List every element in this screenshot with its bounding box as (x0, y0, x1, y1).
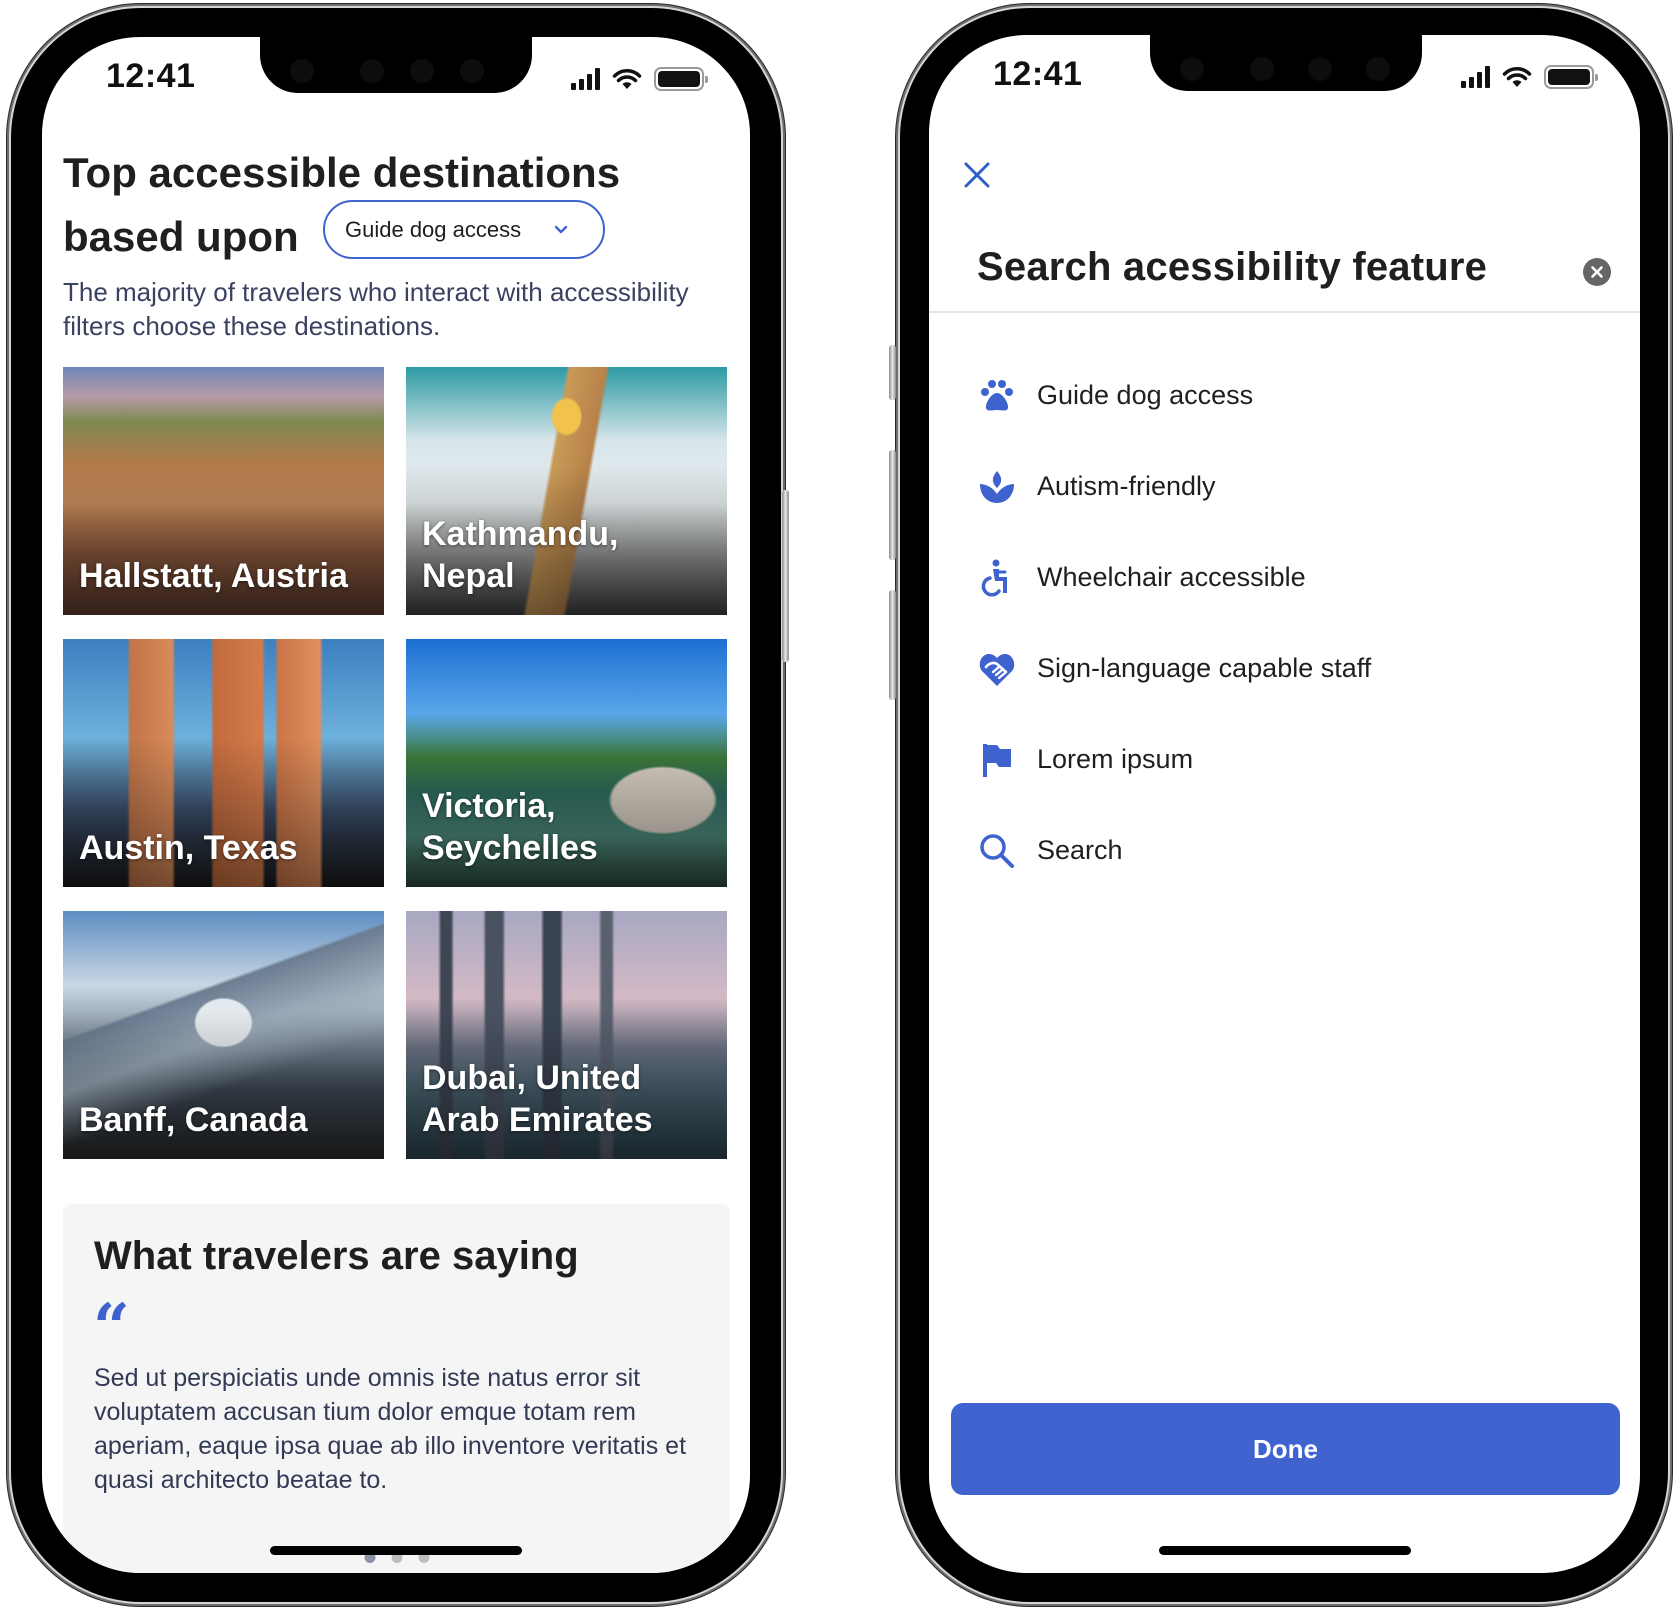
feature-item-wheelchair[interactable]: Wheelchair accessible (977, 532, 1597, 623)
notch (1150, 35, 1422, 91)
close-icon[interactable] (963, 161, 991, 189)
search-title: Search acessibility feature (977, 245, 1488, 289)
cellular-signal-icon (571, 68, 600, 90)
feature-label: Search (1037, 835, 1123, 865)
feature-search-screen: 12:41 Search acessibility feature Guide … (929, 35, 1640, 1573)
destination-name: Austin, Texas (79, 829, 298, 867)
destination-card[interactable]: Hallstatt, Austria (63, 367, 384, 615)
destinations-grid: Hallstatt, Austria Kathmandu, Nepal Aust… (63, 367, 727, 1159)
clear-search-button[interactable] (1583, 258, 1611, 286)
testimonials-section: What travelers are saying “ Sed ut persp… (63, 1204, 730, 1573)
status-time: 12:41 (106, 57, 196, 95)
feature-label: Sign-language capable staff (1037, 653, 1372, 683)
feature-label: Guide dog access (1037, 380, 1254, 410)
destinations-screen: 12:41 Top accessible destinations based … (42, 37, 750, 1573)
testimonial-quote: Sed ut perspiciatis unde omnis iste natu… (94, 1364, 687, 1494)
mute-switch (889, 345, 896, 400)
status-time: 12:41 (993, 55, 1083, 93)
feature-item-autism-friendly[interactable]: Autism-friendly (977, 441, 1597, 532)
page-subtitle: The majority of travelers who interact w… (63, 277, 689, 341)
home-indicator[interactable] (1158, 1546, 1411, 1555)
feature-label: Lorem ipsum (1037, 744, 1194, 774)
destination-name: Victoria, Seychelles (422, 787, 598, 867)
search-icon (977, 831, 1017, 871)
phone-frame-right: 12:41 Search acessibility feature Guide … (889, 8, 1668, 1602)
destination-name: Hallstatt, Austria (79, 557, 348, 595)
handshake-heart-icon (977, 649, 1017, 689)
feature-item-lorem-ipsum[interactable]: Lorem ipsum (977, 714, 1597, 805)
sensor-icon (460, 59, 484, 83)
quote-open-icon: “ (93, 1290, 130, 1365)
wifi-icon (1502, 67, 1532, 87)
sensor-icon (410, 59, 434, 83)
volume-down-button (889, 590, 896, 700)
destination-card[interactable]: Banff, Canada (63, 911, 384, 1159)
sensor-icon (360, 59, 384, 83)
battery-icon (654, 67, 708, 91)
header-divider (929, 311, 1640, 313)
wifi-icon (612, 69, 642, 89)
cellular-signal-icon (1461, 66, 1490, 88)
volume-up-button (889, 450, 896, 560)
home-indicator[interactable] (270, 1546, 522, 1555)
feature-list: Guide dog access Autism-friendly Wheelch… (977, 350, 1597, 896)
camera-icon (290, 59, 314, 83)
sensor-icon (1366, 57, 1390, 81)
chevron-down-icon (554, 225, 568, 233)
wheelchair-icon (977, 558, 1017, 598)
destination-card[interactable]: Victoria, Seychelles (406, 639, 727, 887)
feature-label: Autism-friendly (1037, 471, 1216, 501)
feature-label: Wheelchair accessible (1037, 562, 1306, 592)
lotus-icon (977, 467, 1017, 507)
sensor-icon (1250, 57, 1274, 81)
status-icons (571, 67, 708, 91)
filter-selected-value: Guide dog access (345, 216, 522, 242)
battery-icon (1544, 65, 1598, 89)
camera-icon (1180, 57, 1204, 81)
phone-frame-left: 12:41 Top accessible destinations based … (11, 8, 789, 1602)
destination-card[interactable]: Dubai, United Arab Emirates (406, 911, 727, 1159)
sensor-icon (1308, 57, 1332, 81)
done-button[interactable]: Done (951, 1403, 1620, 1495)
destination-name: Dubai, United Arab Emirates (422, 1059, 653, 1139)
feature-item-search[interactable]: Search (977, 805, 1597, 896)
flag-icon (977, 740, 1017, 780)
feature-item-guide-dog[interactable]: Guide dog access (977, 350, 1597, 441)
feature-item-sign-language[interactable]: Sign-language capable staff (977, 623, 1597, 714)
clear-icon (1591, 266, 1603, 278)
accessibility-filter-dropdown[interactable]: Guide dog access (323, 200, 605, 259)
notch (260, 37, 532, 93)
destination-name: Kathmandu, Nepal (422, 515, 619, 595)
destination-card[interactable]: Kathmandu, Nepal (406, 367, 727, 615)
destination-name: Banff, Canada (79, 1101, 308, 1139)
paw-icon (977, 376, 1017, 416)
testimonials-heading: What travelers are saying (94, 1234, 579, 1278)
destination-card[interactable]: Austin, Texas (63, 639, 384, 887)
status-icons (1461, 65, 1598, 89)
power-button (782, 490, 789, 662)
